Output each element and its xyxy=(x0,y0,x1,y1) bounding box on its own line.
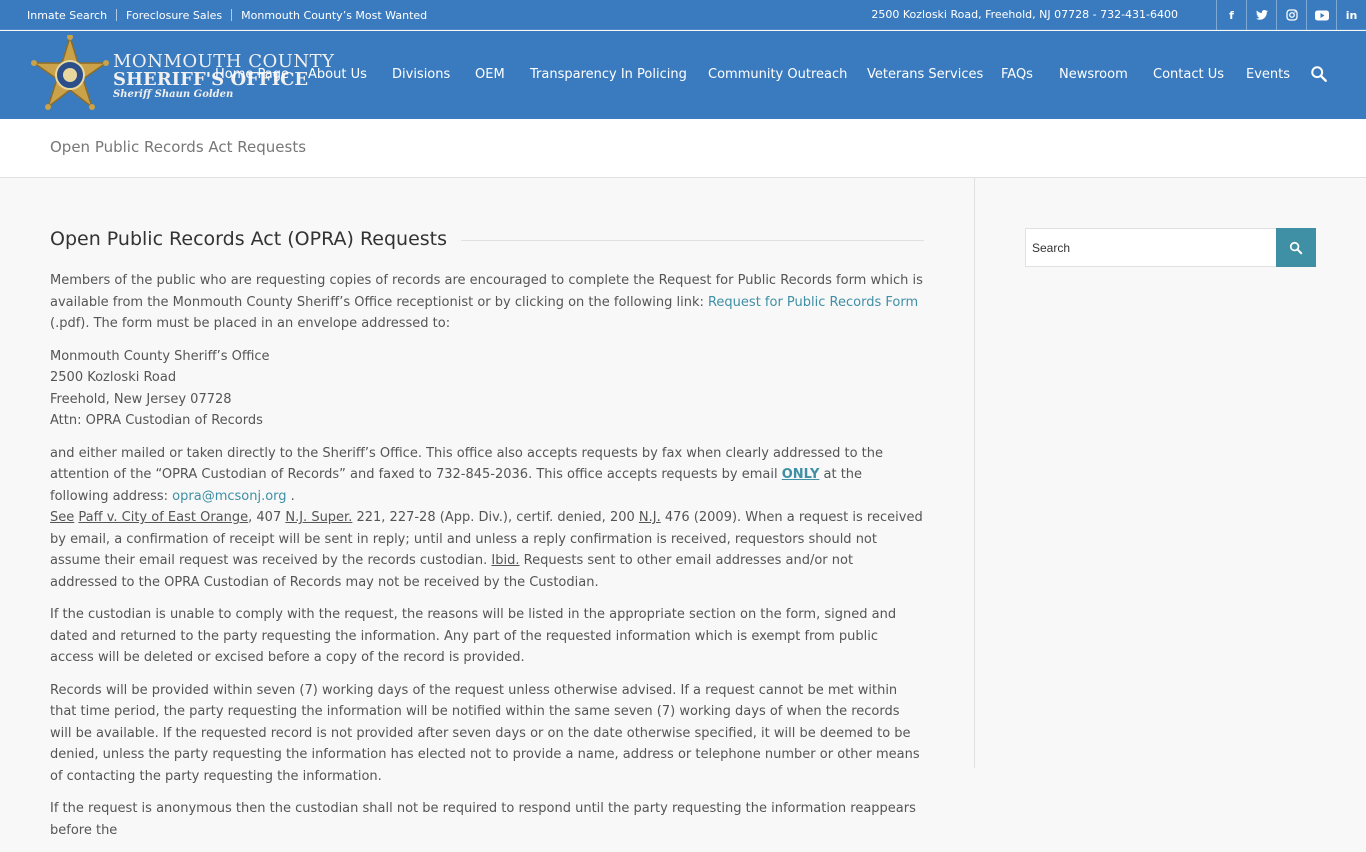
instagram-icon[interactable] xyxy=(1276,0,1306,30)
inmate-search-link[interactable]: Inmate Search xyxy=(27,9,107,22)
instagram-glyph xyxy=(1285,9,1298,21)
top-links: Inmate Search Foreclosure Sales Monmouth… xyxy=(27,0,427,30)
page-title-band: Open Public Records Act Requests xyxy=(0,119,1366,178)
divider xyxy=(231,9,233,21)
page-title[interactable]: Open Public Records Act Requests xyxy=(50,138,306,156)
paragraph-intro: Members of the public who are requesting… xyxy=(50,270,924,335)
sidebar-search-button[interactable] xyxy=(1276,228,1316,267)
twitter-bird-glyph xyxy=(1255,10,1268,20)
divider xyxy=(116,9,118,21)
facebook-icon[interactable]: f xyxy=(1216,0,1246,30)
paragraph-timeline: Records will be provided within seven (7… xyxy=(50,682,920,784)
nav-divisions[interactable]: Divisions xyxy=(392,31,450,119)
linkedin-icon[interactable]: in xyxy=(1336,0,1366,30)
mailing-address: Monmouth County Sheriff’s Office 2500 Ko… xyxy=(50,346,924,432)
text: 221, 227-28 (App. Div.), certif. denied,… xyxy=(352,510,639,525)
nav-oem[interactable]: OEM xyxy=(475,31,505,119)
contact-address: 2500 Kozloski Road, Freehold, NJ 07728 -… xyxy=(871,8,1178,21)
nav-newsroom[interactable]: Newsroom xyxy=(1059,31,1128,119)
address-line: Freehold, New Jersey 07728 xyxy=(50,391,232,407)
nav-contact-us[interactable]: Contact Us xyxy=(1153,31,1224,119)
site-header: MONMOUTH COUNTY SHERIFF'S OFFICE Sheriff… xyxy=(0,31,1366,119)
nav-faqs[interactable]: FAQs xyxy=(1001,31,1033,119)
text: , 407 xyxy=(248,510,286,525)
foreclosure-sales-link[interactable]: Foreclosure Sales xyxy=(126,9,222,22)
text: . xyxy=(286,488,295,504)
nav-community-outreach[interactable]: Community Outreach xyxy=(708,31,847,119)
text: and either mailed or taken directly to t… xyxy=(50,445,884,483)
youtube-glyph xyxy=(1314,10,1329,20)
address-line: Monmouth County Sheriff’s Office xyxy=(50,348,270,364)
youtube-icon[interactable] xyxy=(1306,0,1336,30)
search-icon[interactable] xyxy=(1310,65,1328,83)
top-bar: Inmate Search Foreclosure Sales Monmouth… xyxy=(0,0,1366,30)
only-link[interactable]: ONLY xyxy=(782,467,820,482)
paragraph-denial: If the custodian is unable to comply wit… xyxy=(50,607,897,665)
reporter-citation: N.J. Super. xyxy=(285,510,353,525)
main-nav: Home Page About Us Divisions OEM Transpa… xyxy=(0,31,1366,119)
sidebar xyxy=(976,178,1366,768)
most-wanted-link[interactable]: Monmouth County’s Most Wanted xyxy=(241,9,427,22)
nav-veterans-services[interactable]: Veterans Services xyxy=(867,31,983,119)
heading-rule xyxy=(461,239,924,241)
main-content: Open Public Records Act (OPRA) Requests … xyxy=(0,178,975,838)
request-form-link[interactable]: Request for Public Records Form xyxy=(708,295,918,310)
see-citation: See xyxy=(50,510,75,525)
paragraph-submission: and either mailed or taken directly to t… xyxy=(50,443,924,594)
article: Open Public Records Act (OPRA) Requests … xyxy=(50,226,924,852)
article-heading: Open Public Records Act (OPRA) Requests xyxy=(50,228,448,251)
article-heading-row: Open Public Records Act (OPRA) Requests xyxy=(50,226,924,254)
social-links: f in xyxy=(1216,0,1366,30)
ibid-citation: Ibid. xyxy=(491,553,520,568)
sidebar-search-input[interactable] xyxy=(1025,228,1277,267)
nav-home-page[interactable]: Home Page xyxy=(215,31,289,119)
search-icon xyxy=(1289,241,1303,254)
address-line: 2500 Kozloski Road xyxy=(50,370,177,385)
twitter-icon[interactable] xyxy=(1246,0,1276,30)
nav-events[interactable]: Events xyxy=(1246,31,1290,119)
paragraph-anonymous: If the request is anonymous then the cus… xyxy=(50,801,916,838)
nav-transparency-in-policing[interactable]: Transparency In Policing xyxy=(530,31,687,119)
case-citation: Paff v. City of East Orange xyxy=(78,510,249,525)
address-line: Attn: OPRA Custodian of Records xyxy=(50,413,263,428)
text: (.pdf). The form must be placed in an en… xyxy=(50,316,451,331)
reporter-citation-nj: N.J. xyxy=(638,510,661,525)
opra-email-link[interactable]: opra@mcsonj.org xyxy=(172,489,286,504)
nav-about-us[interactable]: About Us xyxy=(308,31,367,119)
